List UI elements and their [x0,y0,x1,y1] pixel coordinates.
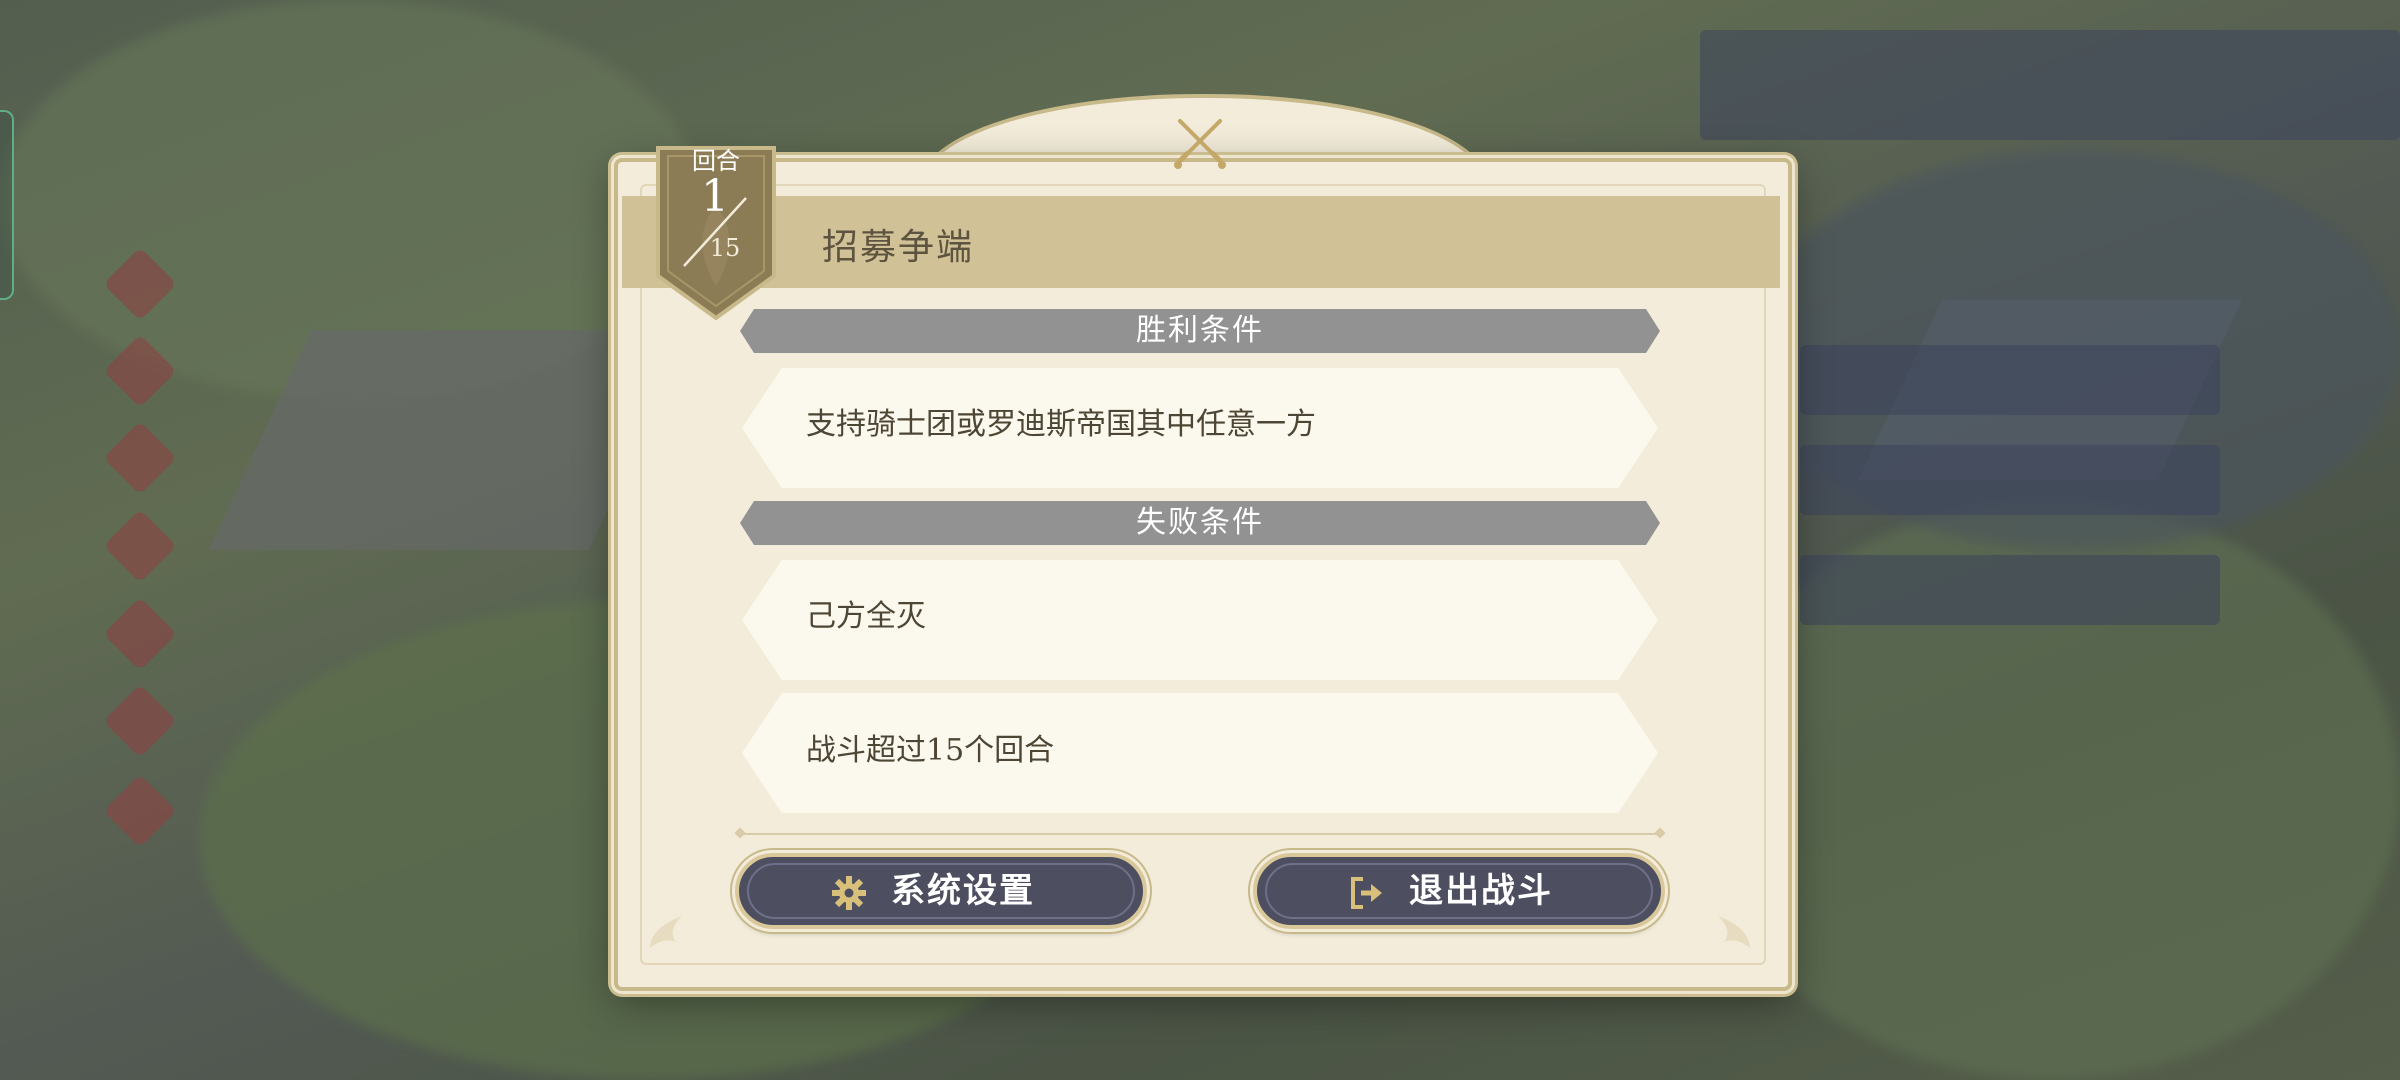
gear-icon [832,876,866,910]
corner-ornament-icon [1718,916,1750,948]
exit-battle-label: 退出战斗 [1409,871,1553,911]
defeat-condition-text: 战斗超过15个回合 [806,733,1055,768]
victory-header: 胜利条件 [740,309,1660,353]
victory-condition-text: 支持骑士团或罗迪斯帝国其中任意一方 [806,407,1316,442]
corner-ornament-icon [650,916,682,948]
exit-battle-button[interactable]: 退出战斗 [1253,853,1665,929]
crossed-swords-icon [1174,119,1226,169]
defeat-header: 失败条件 [740,501,1660,545]
side-tab[interactable] [0,110,14,300]
divider [740,833,1660,835]
system-settings-label: 系统设置 [891,871,1035,911]
round-current: 1 [701,171,729,222]
battle-title: 招募争端 [822,227,975,268]
exit-icon [1351,877,1382,909]
round-total: 15 [709,234,741,262]
defeat-condition-text: 己方全灭 [806,599,926,634]
system-settings-button[interactable]: 系统设置 [735,853,1147,929]
title-bar [622,196,1780,288]
